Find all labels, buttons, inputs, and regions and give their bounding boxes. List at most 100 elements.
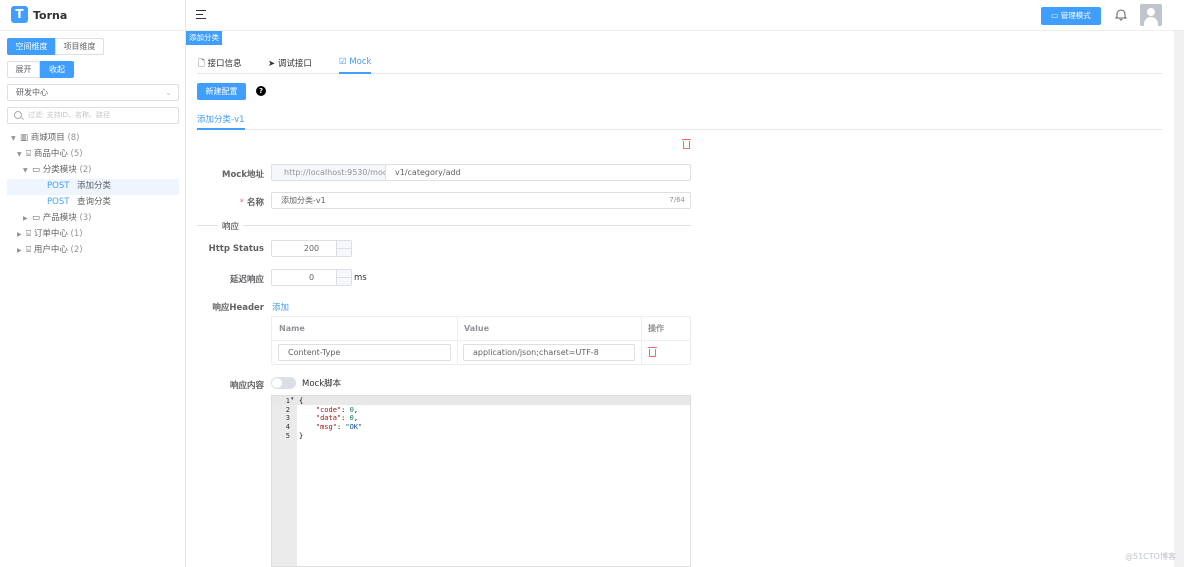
- menu-fold-icon[interactable]: [196, 10, 206, 19]
- header-name-input[interactable]: Content-Type: [278, 344, 451, 361]
- response-body-label: 响应内容: [229, 381, 264, 391]
- name-label: * 名称: [184, 196, 264, 208]
- delete-config-icon[interactable]: [682, 139, 691, 149]
- tree-node-count: (2): [79, 165, 92, 175]
- caret-down-icon: ▼: [17, 151, 22, 158]
- delete-header-icon[interactable]: [648, 347, 657, 357]
- caret-right-icon: ▶: [17, 247, 22, 254]
- active-config-indicator: [197, 128, 245, 130]
- tree-node-count: (8): [67, 133, 80, 143]
- response-divider: [197, 225, 691, 226]
- space-select[interactable]: 研发中心 ⌄: [7, 84, 179, 101]
- tree-node-label: 添加分类: [77, 181, 112, 191]
- tree-node-count: (5): [70, 149, 83, 159]
- admin-mode-label: 管理模式: [1060, 11, 1091, 20]
- folder-icon: ▭: [32, 165, 43, 175]
- tree-node-module[interactable]: ▶ ⌺ 用户中心 (2): [17, 243, 83, 258]
- editor-code: { "code": 0, "data": 0, "msg": "OK" }: [299, 397, 363, 440]
- help-icon[interactable]: ?: [256, 86, 266, 96]
- http-status-label: Http Status: [208, 244, 264, 254]
- line-number: 4: [285, 423, 290, 432]
- tree-node-label: 产品模块: [42, 213, 77, 223]
- name-input[interactable]: 添加分类-v1 7/64: [271, 192, 691, 209]
- mock-script-toggle[interactable]: [271, 377, 296, 389]
- tree-node-folder[interactable]: ▼ ▭ 分类模块 (2): [23, 163, 92, 178]
- tab-mock[interactable]: ☑ Mock: [339, 57, 371, 67]
- column-header-action: 操作: [648, 324, 664, 333]
- tree-node-project[interactable]: ▼ ▥ 商城项目 (8): [11, 131, 80, 146]
- tree-node-module[interactable]: ▶ ⌺ 订单中心 (1): [17, 227, 83, 242]
- open-doc-tag[interactable]: 添加分类: [186, 31, 222, 45]
- code-editor[interactable]: 1 2 3 4 5 ▾ { "code": 0, "data": 0, "msg…: [271, 395, 691, 567]
- space-select-value: 研发中心: [16, 88, 48, 97]
- tab-label: 调试接口: [277, 59, 312, 69]
- response-header-label: 响应Header: [212, 303, 264, 313]
- tab-debug[interactable]: ➤ 调试接口: [268, 57, 312, 69]
- column-header-name: Name: [279, 324, 305, 333]
- column-header-value: Value: [464, 324, 490, 333]
- collapse-button[interactable]: 收起: [40, 61, 74, 78]
- http-status-value: 200: [303, 244, 320, 253]
- top-header: ▭ 管理模式: [186, 0, 1184, 31]
- divider: [0, 30, 186, 31]
- row-divider: [272, 340, 690, 341]
- tree-node-label: 商城项目: [30, 133, 65, 143]
- chevron-down-icon: ⌄: [165, 88, 172, 97]
- response-divider-label: 响应: [218, 220, 244, 232]
- search-placeholder: 过滤: 支持ID、名称、路径: [28, 111, 111, 119]
- watermark: @51CTO博客: [1125, 552, 1176, 561]
- admin-mode-button[interactable]: ▭ 管理模式: [1041, 7, 1101, 25]
- tree-node-label: 用户中心: [33, 245, 68, 255]
- http-method: POST: [47, 197, 70, 207]
- search-icon: [14, 111, 22, 119]
- mock-url-input[interactable]: v1/category/add: [385, 164, 691, 181]
- line-number: 3: [285, 414, 290, 423]
- page-scrollbar[interactable]: [1174, 31, 1184, 567]
- required-mark: *: [239, 198, 245, 208]
- tab-label: Mock: [349, 57, 372, 67]
- active-tab-indicator: [339, 72, 371, 74]
- tree-node-count: (2): [70, 245, 83, 255]
- folder-icon: ▭: [32, 213, 43, 223]
- tab-api-info[interactable]: 🗋 接口信息: [198, 57, 242, 72]
- expand-button[interactable]: 展开: [7, 61, 40, 78]
- folder-icon: ⌺: [26, 229, 34, 239]
- caret-down-icon: ▼: [11, 135, 16, 142]
- bell-icon[interactable]: [1115, 8, 1127, 21]
- send-icon: ➤: [268, 59, 278, 69]
- folder-icon: ⌺: [26, 245, 34, 255]
- new-config-button[interactable]: 新建配置: [197, 83, 246, 100]
- http-status-stepper[interactable]: 200: [271, 240, 352, 257]
- tree-node-api-selected[interactable]: POST 添加分类: [47, 179, 111, 194]
- mock-script-label: Mock脚本: [302, 379, 342, 389]
- caret-down-icon: ▼: [23, 167, 28, 174]
- delay-label: 延迟响应: [229, 275, 264, 285]
- delay-stepper[interactable]: 0: [271, 269, 352, 286]
- space-dimension-tab[interactable]: 空间维度: [7, 38, 56, 55]
- sidebar: T Torna 空间维度 项目维度 展开 收起 研发中心 ⌄ 过滤: 支持ID、…: [0, 0, 186, 567]
- header-table: Name Value 操作 Content-Type application/j…: [271, 316, 691, 365]
- search-input[interactable]: 过滤: 支持ID、名称、路径: [7, 107, 179, 124]
- delay-unit: ms: [354, 273, 367, 283]
- app-name: Torna: [33, 9, 68, 22]
- tree-node-label: 查询分类: [77, 197, 112, 207]
- stepper-controls[interactable]: [336, 270, 352, 285]
- name-char-count: 7/64: [669, 196, 685, 204]
- add-header-link[interactable]: 添加: [272, 301, 289, 313]
- tree-node-module[interactable]: ▼ ⌺ 商品中心 (5): [17, 147, 83, 162]
- header-value-input[interactable]: application/json;charset=UTF-8: [463, 344, 635, 361]
- monitor-icon: ▭: [1051, 11, 1061, 20]
- tree-node-folder[interactable]: ▶ ▭ 产品模块 (3): [23, 211, 92, 226]
- config-tabs-divider: [197, 129, 1162, 130]
- mock-url-prefix: http://localhost:9530/mock/: [271, 164, 395, 181]
- delay-value: 0: [308, 273, 315, 282]
- stepper-controls[interactable]: [336, 241, 352, 256]
- avatar[interactable]: [1140, 4, 1162, 26]
- fold-icon[interactable]: ▾: [291, 396, 294, 402]
- config-tab[interactable]: 添加分类-v1: [197, 113, 245, 125]
- tree-node-count: (3): [79, 213, 92, 223]
- project-dimension-tab[interactable]: 项目维度: [55, 38, 104, 55]
- line-number: 2: [285, 405, 290, 414]
- tree-node-api[interactable]: POST 查询分类: [47, 195, 111, 210]
- logo-icon: T: [11, 6, 28, 23]
